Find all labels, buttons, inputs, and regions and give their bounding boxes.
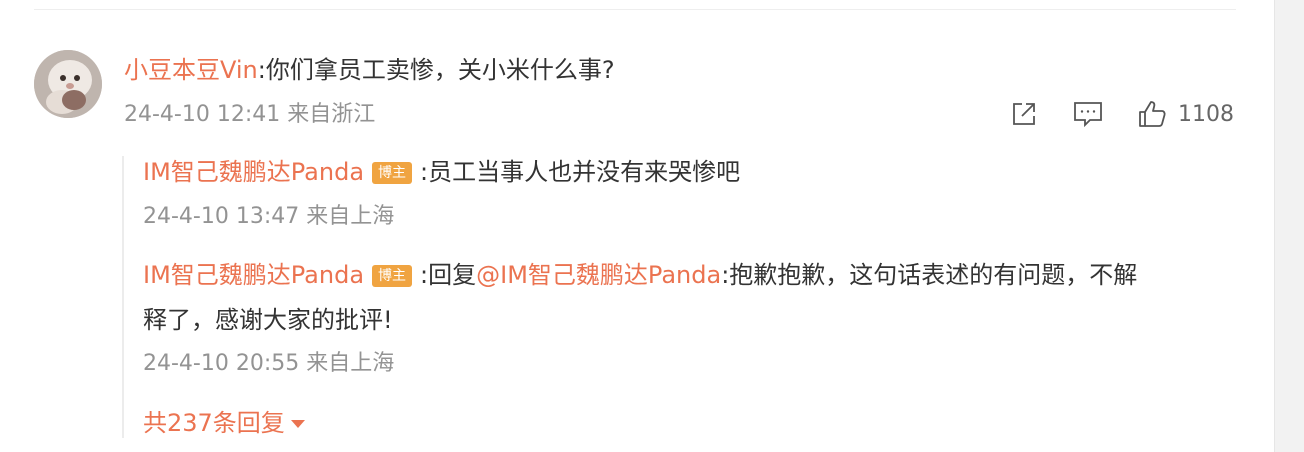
share-icon[interactable]: [1008, 98, 1040, 130]
scrollbar[interactable]: [1274, 0, 1304, 452]
reply-item: IM智己魏鹏达Panda 博主 :回复@IM智己魏鹏达Panda:抱歉抱歉，这句话表…: [143, 258, 1137, 292]
more-replies-label: 共237条回复: [143, 409, 285, 437]
thumbs-up-icon[interactable]: [1136, 98, 1168, 130]
author-badge: 博主: [372, 265, 413, 287]
reply-username[interactable]: IM智己魏鹏达Panda: [143, 261, 364, 289]
reply-prefix: :回复: [420, 261, 477, 289]
reply-content-continued: 释了，感谢大家的批评!: [143, 306, 393, 334]
comment-content: :你们拿员工卖惨，关小米什么事?: [257, 56, 615, 84]
comment-timestamp: 24-4-10 12:41 来自浙江: [124, 102, 376, 127]
like-count: 1108: [1178, 101, 1234, 127]
comment-body: 小豆本豆Vin:你们拿员工卖惨，关小米什么事?: [124, 53, 615, 87]
mention-link[interactable]: @IM智己魏鹏达Panda: [476, 261, 721, 289]
avatar-image: [34, 50, 102, 118]
comment-actions: 1108: [1008, 96, 1234, 132]
reply-timestamp: 24-4-10 13:47 来自上海: [143, 204, 395, 229]
reply-content: :员工当事人也并没有来哭惨吧: [420, 158, 741, 186]
reply-timestamp: 24-4-10 20:55 来自上海: [143, 351, 395, 376]
comment-icon[interactable]: [1072, 98, 1104, 130]
replies-border: [122, 156, 124, 438]
comment-username[interactable]: 小豆本豆Vin: [124, 56, 258, 84]
reply-content: :抱歉抱歉，这句话表述的有问题，不解: [721, 261, 1138, 289]
caret-down-icon: [290, 420, 305, 428]
comment-thread: 小豆本豆Vin:你们拿员工卖惨，关小米什么事? 24-4-10 12:41 来自…: [0, 0, 1304, 452]
divider: [34, 9, 1236, 10]
more-replies-link[interactable]: 共237条回复: [143, 406, 305, 440]
avatar[interactable]: [34, 50, 102, 118]
author-badge: 博主: [372, 162, 413, 184]
reply-username[interactable]: IM智己魏鹏达Panda: [143, 158, 364, 186]
reply-item: IM智己魏鹏达Panda 博主 :员工当事人也并没有来哭惨吧: [143, 155, 740, 189]
